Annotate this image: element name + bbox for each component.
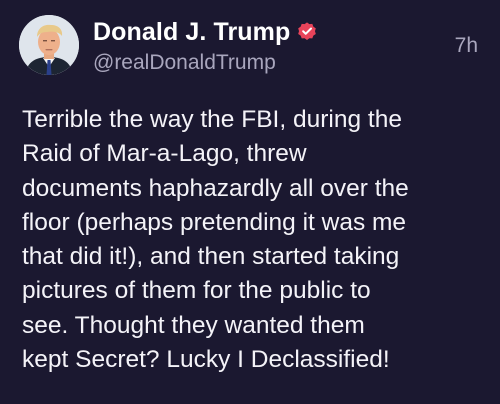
author-name-row: Donald J. Trump — [93, 16, 318, 48]
verified-badge-icon — [296, 21, 318, 43]
display-name[interactable]: Donald J. Trump — [93, 18, 290, 47]
author-handle[interactable]: @realDonaldTrump — [93, 51, 276, 75]
post-card: Donald J. Trump @realDonaldTrump 7h Terr… — [0, 0, 500, 404]
post-timestamp[interactable]: 7h — [455, 34, 478, 58]
avatar[interactable] — [19, 15, 79, 75]
avatar-photo — [19, 15, 79, 75]
post-body-text: Terrible the way the FBI, during the Rai… — [22, 106, 409, 374]
